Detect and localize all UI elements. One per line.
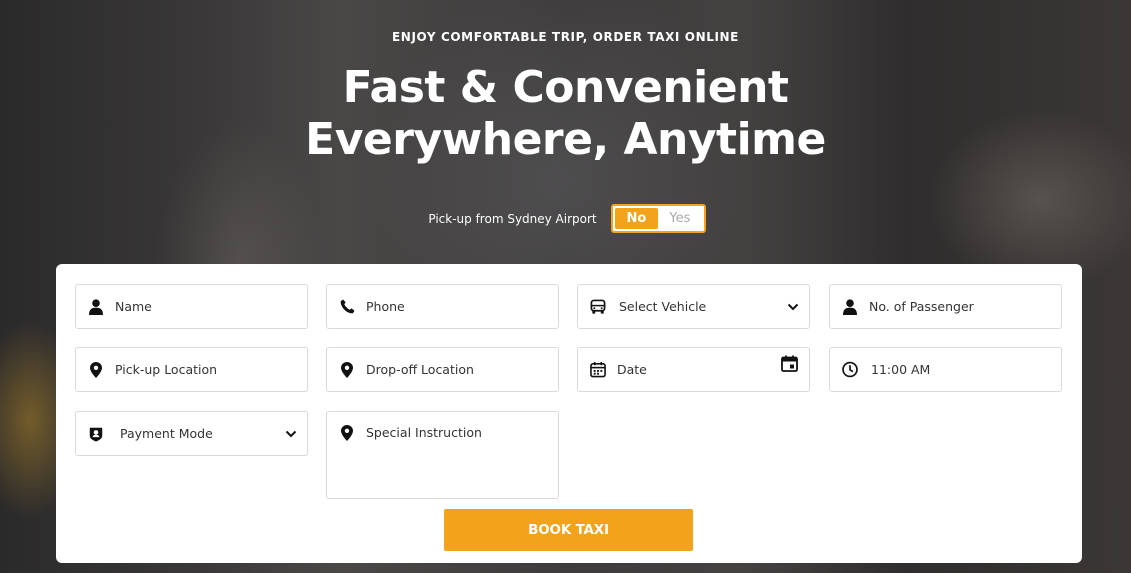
car-icon (590, 299, 606, 315)
calendar-icon (590, 361, 606, 378)
chevron-down-icon (787, 303, 801, 311)
user-icon (842, 298, 858, 315)
pickup-placeholder: Pick-up Location (115, 362, 218, 377)
instruction-placeholder: Special Instruction (366, 425, 482, 440)
payment-mode-select[interactable]: Payment Mode (75, 411, 308, 456)
phone-placeholder: Phone (366, 299, 405, 314)
toggle-yes-option[interactable]: Yes (658, 208, 702, 229)
headline-line-1: Fast & Convenient (342, 62, 789, 113)
hero-kicker: ENJOY COMFORTABLE TRIP, ORDER TAXI ONLIN… (392, 30, 739, 44)
vehicle-selected-value: Select Vehicle (619, 299, 707, 314)
date-field[interactable]: Date (577, 347, 810, 392)
toggle-no-option[interactable]: No (614, 208, 659, 229)
booking-form: Name Phone Select Vehicle No. of Passeng… (56, 264, 1082, 563)
airport-pickup-label: Pick-up from Sydney Airport (428, 211, 597, 226)
vehicle-select[interactable]: Select Vehicle (577, 284, 810, 329)
user-icon (88, 298, 104, 315)
clock-icon (842, 361, 858, 378)
passenger-placeholder: No. of Passenger (869, 299, 974, 314)
headline-line-2: Everywhere, Anytime (305, 114, 826, 165)
time-value: 11:00 AM (871, 362, 931, 377)
date-placeholder: Date (617, 362, 647, 377)
map-pin-icon (339, 361, 355, 378)
book-taxi-button[interactable]: BOOK TAXI (444, 509, 693, 551)
hero-headline: Fast & Convenient Everywhere, Anytime (0, 62, 1131, 166)
chevron-down-icon (285, 430, 299, 438)
map-pin-icon (88, 361, 104, 378)
special-instruction-textarea[interactable]: Special Instruction (326, 411, 559, 499)
time-field[interactable]: 11:00 AM (829, 347, 1062, 392)
phone-icon (339, 299, 355, 315)
payment-selected-value: Payment Mode (120, 426, 213, 441)
pickup-location-field[interactable]: Pick-up Location (75, 347, 308, 392)
airport-pickup-toggle[interactable]: No Yes (610, 204, 706, 233)
phone-field[interactable]: Phone (326, 284, 559, 329)
map-pin-icon (339, 425, 355, 441)
dropoff-placeholder: Drop-off Location (366, 362, 474, 377)
payment-icon (88, 426, 104, 442)
dropoff-location-field[interactable]: Drop-off Location (326, 347, 559, 392)
name-placeholder: Name (115, 299, 152, 314)
date-picker-icon[interactable] (781, 355, 799, 372)
name-field[interactable]: Name (75, 284, 308, 329)
airport-pickup-row: Pick-up from Sydney Airport No Yes (0, 204, 1131, 233)
passenger-field[interactable]: No. of Passenger (829, 284, 1062, 329)
